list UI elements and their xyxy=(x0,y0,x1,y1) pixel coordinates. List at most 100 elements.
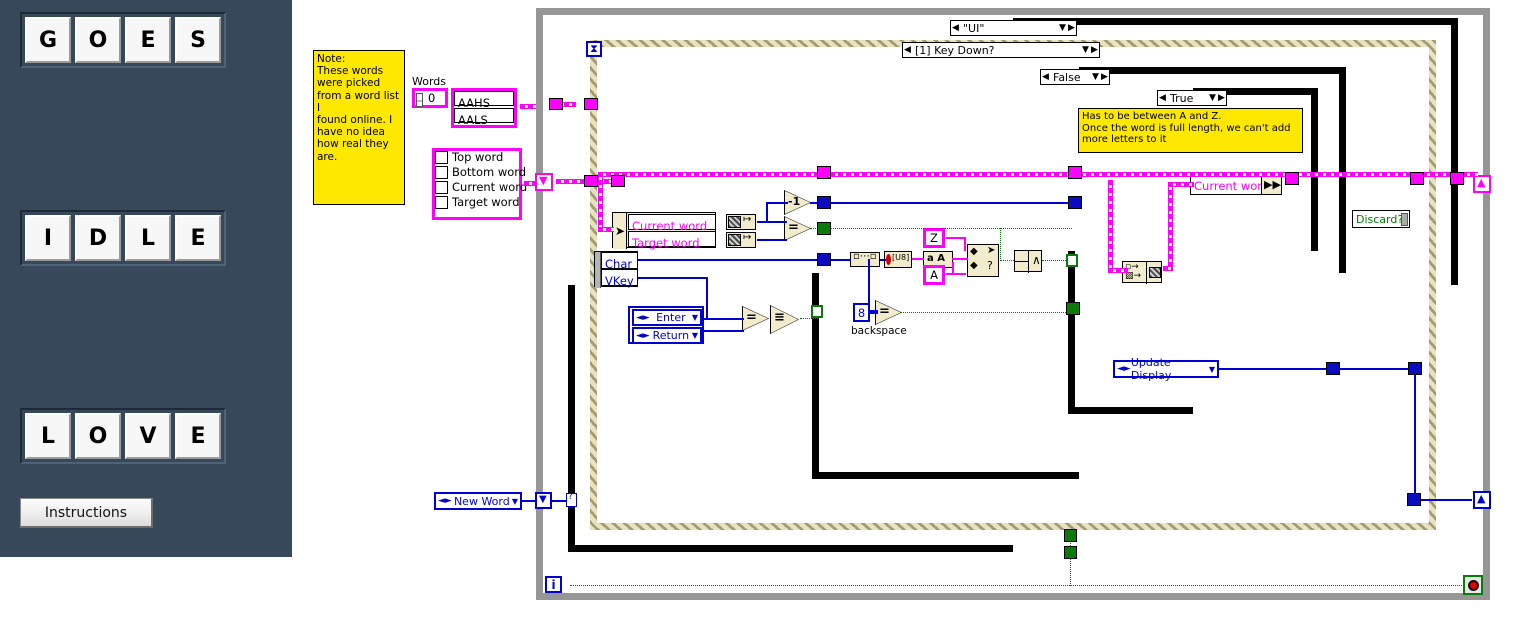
bundle-item-target-word[interactable]: Target word xyxy=(628,231,716,250)
enum-arrows-icon[interactable]: ◄► xyxy=(438,496,452,506)
case-dropdown-arrow[interactable]: ▼ xyxy=(1208,93,1217,103)
enum-arrows-icon[interactable]: ◄► xyxy=(636,313,650,323)
true-case-selector[interactable]: ◀ True ▼ ▶ xyxy=(1157,90,1227,106)
tunnel-string[interactable] xyxy=(1068,166,1082,179)
concatenate-strings-node[interactable]: ▫→ ▨→ xyxy=(1122,261,1162,284)
and-glyph: ∧ xyxy=(1032,253,1041,267)
tunnel-numeric[interactable] xyxy=(1068,196,1082,209)
wire-enum-eq2 xyxy=(704,330,744,332)
case-dropdown-arrow[interactable]: ▼ xyxy=(1058,23,1067,33)
tunnel-string[interactable] xyxy=(1410,172,1424,185)
tunnel-string[interactable] xyxy=(584,175,598,187)
tunnel-string[interactable] xyxy=(1285,172,1299,185)
or-glyph: ≡ xyxy=(774,310,785,325)
cluster-element-box xyxy=(435,196,448,209)
prev-case-arrow[interactable]: ◀ xyxy=(1041,72,1050,82)
array-element[interactable]: AAHS xyxy=(454,91,514,110)
new-word-tunnel[interactable]: ? xyxy=(566,492,577,507)
prev-event-arrow[interactable]: ◀ xyxy=(903,45,912,55)
divider xyxy=(1015,261,1028,262)
prev-case-arrow[interactable]: ◀ xyxy=(951,23,960,33)
case-dropdown-arrow[interactable]: ▼ xyxy=(1091,72,1100,82)
letter-tile: D xyxy=(75,215,121,261)
current-word-indicator[interactable]: Current word ▶▶ xyxy=(1190,176,1282,195)
discard-indicator[interactable]: Discard? xyxy=(1352,210,1410,228)
enum-enter[interactable]: ◄► Enter ▼ xyxy=(632,309,702,326)
event-case-selector[interactable]: ◀ [1] Key Down? ▼ ▶ xyxy=(902,42,1100,58)
tunnel-boolean[interactable] xyxy=(1064,529,1077,542)
next-case-arrow[interactable]: ▶ xyxy=(1100,72,1109,82)
next-event-arrow[interactable]: ▶ xyxy=(1090,45,1099,55)
enum-arrows-icon[interactable]: ◄► xyxy=(636,331,650,341)
word-cluster[interactable]: Top word Bottom word Current word Target… xyxy=(432,148,527,220)
unbundle-by-name-node[interactable]: ➤ Current word Target word xyxy=(612,212,716,250)
wire-bool-and-v xyxy=(1000,228,1001,261)
event-terminal-vkey[interactable]: VKey xyxy=(601,269,638,288)
enum-arrows-icon[interactable]: ◄► xyxy=(1117,364,1131,374)
array-element-text: AALS xyxy=(458,113,488,127)
tunnel-numeric[interactable] xyxy=(1407,493,1421,506)
tunnel-boolean-case-selector[interactable] xyxy=(811,305,823,318)
tunnel-numeric[interactable] xyxy=(1408,362,1422,375)
tunnel-string[interactable] xyxy=(817,166,831,179)
tunnel-numeric[interactable] xyxy=(1326,362,1340,375)
enum-dropdown-icon[interactable]: ▼ xyxy=(512,497,518,506)
letter-a-constant[interactable]: A xyxy=(923,265,945,285)
event-terminal-char[interactable]: Char xyxy=(601,252,638,271)
new-word-shift-register-left[interactable]: ▼ xyxy=(535,492,552,509)
tunnel-string[interactable] xyxy=(611,175,625,187)
tunnel-numeric[interactable] xyxy=(817,253,831,266)
type-cast-node[interactable]: ▫⋯▫ xyxy=(850,251,880,267)
enum-dropdown-icon[interactable]: ▼ xyxy=(692,313,698,322)
shift-register-right[interactable]: ▲ xyxy=(1473,491,1491,509)
cluster-element-box xyxy=(435,181,448,194)
tunnel-boolean[interactable] xyxy=(1066,302,1080,315)
new-word-enum[interactable]: ◄► New Word ▼ xyxy=(434,492,522,510)
in-range-and-coerce-node[interactable]: ◆ ◆ ➤ ? xyxy=(967,244,999,277)
tunnel-string[interactable] xyxy=(1450,172,1464,185)
wire-z-range xyxy=(946,237,966,239)
event-dropdown-arrow[interactable]: ▼ xyxy=(1081,45,1090,55)
next-case-arrow[interactable]: ▶ xyxy=(1067,23,1076,33)
enum-return[interactable]: ◄► Return ▼ xyxy=(632,327,702,344)
index-stepper-icon[interactable] xyxy=(416,93,423,107)
prev-case-arrow[interactable]: ◀ xyxy=(1158,93,1167,103)
bundle-item-current-word[interactable]: Current word xyxy=(628,214,716,233)
instructions-button[interactable]: Instructions xyxy=(20,498,153,528)
letter-tile: I xyxy=(25,215,71,261)
enum-dropdown-icon[interactable]: ▼ xyxy=(692,331,698,340)
tunnel-boolean-case-selector[interactable] xyxy=(1066,254,1078,267)
shift-register-left-string[interactable]: ▼ xyxy=(535,173,553,191)
false-case-selector[interactable]: ◀ False ▼ ▶ xyxy=(1040,69,1110,85)
wire-to-unbundle xyxy=(598,227,614,232)
tunnel-boolean[interactable] xyxy=(817,222,831,235)
string-icon xyxy=(728,216,741,228)
update-display-enum[interactable]: ◄► Update Display ▼ xyxy=(1113,356,1219,382)
timeout-icon[interactable]: ⧗ xyxy=(586,41,602,57)
wire-concat-out-v xyxy=(1168,182,1173,266)
and-node[interactable]: ∧ xyxy=(1014,250,1042,273)
next-case-arrow[interactable]: ▶ xyxy=(1217,93,1226,103)
letter-z-constant[interactable]: Z xyxy=(923,228,945,248)
wire-string-drop xyxy=(598,172,603,232)
key-enum-group[interactable]: ◄► Enter ▼ ◄► Return ▼ xyxy=(628,306,704,344)
string-length-node[interactable]: ↦ xyxy=(726,232,756,248)
update-display-label: Update Display xyxy=(1130,356,1172,382)
event-structure-selector[interactable]: ◀ "UI" ▼ ▶ xyxy=(950,20,1077,36)
byte-array-to-string-node[interactable]: [U8] xyxy=(884,251,912,268)
words-array-index[interactable]: 0 xyxy=(412,88,448,108)
wire-stop xyxy=(570,585,1462,586)
cast-icon: ▫⋯▫ xyxy=(853,251,877,262)
array-element[interactable]: AALS xyxy=(454,108,514,127)
enum-dropdown-icon[interactable]: ▼ xyxy=(1209,365,1215,374)
shift-register-right-string[interactable]: ▲ xyxy=(1473,175,1491,193)
words-array[interactable]: AAHS AALS xyxy=(451,88,517,128)
tunnel-string[interactable] xyxy=(549,98,563,110)
stop-button-icon[interactable] xyxy=(1463,575,1483,595)
tunnel-numeric[interactable] xyxy=(817,196,831,209)
string-length-node[interactable]: ↦ xyxy=(726,214,756,230)
unbundle-arrow-icon: ➤ xyxy=(613,213,627,249)
tunnel-string[interactable] xyxy=(584,98,598,110)
tunnel-boolean[interactable] xyxy=(1064,546,1077,559)
wire-inner-string-v xyxy=(1108,180,1113,270)
